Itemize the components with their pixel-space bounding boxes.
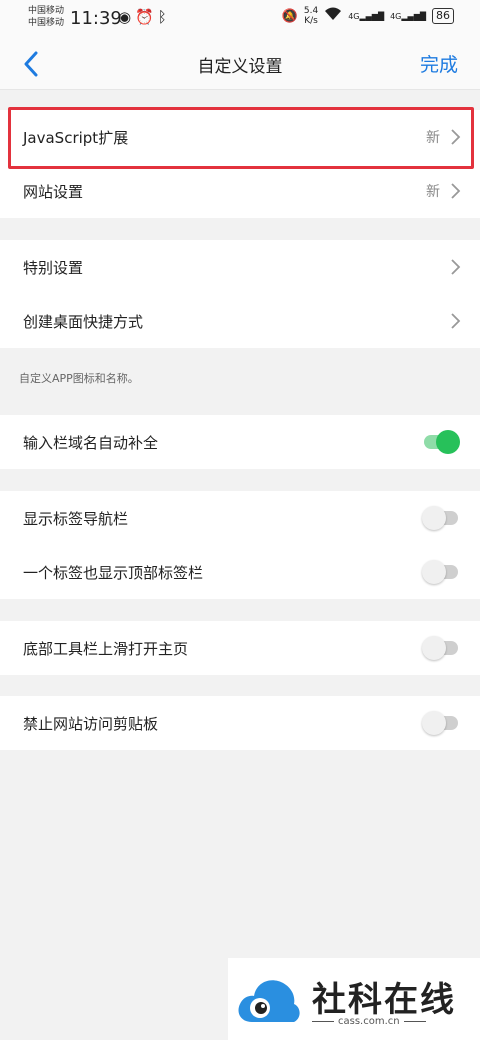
nav-bar: 自定义设置 完成 [0,38,480,90]
domain-autocomplete-toggle[interactable] [422,430,460,454]
watermark-url: cass.com.cn [338,1016,400,1027]
net-speed: 5.4 K/s [304,6,318,26]
chevron-right-icon [451,183,461,199]
row-label: 特别设置 [23,258,84,277]
clock: 11:39 [70,8,122,29]
settings-group-6: 禁止网站访问剪贴板 [0,696,480,750]
cloud-logo-icon [238,980,300,1022]
settings-group-5: 底部工具栏上滑打开主页 [0,621,480,675]
shortcut-hint: 自定义APP图标和名称。 [19,372,139,385]
row-label: 禁止网站访问剪贴板 [23,714,159,733]
new-badge: 新 [426,184,440,200]
show-tab-nav-toggle[interactable] [422,506,460,530]
settings-group-3: 输入栏域名自动补全 [0,415,480,469]
row-label: 输入栏域名自动补全 [23,433,159,452]
row-label: 一个标签也显示顶部标签栏 [23,563,204,582]
row-label: 创建桌面快捷方式 [23,312,144,331]
carrier-2: 中国移动 [28,18,65,28]
battery-icon: 86 [432,8,454,24]
net-speed-value: 5.4 [303,6,319,16]
watermark: 社科在线 cass.com.cn [228,958,480,1040]
chevron-right-icon [451,259,461,275]
signal-2-icon: 4G▂▄▆█ [390,11,426,21]
row-label: 显示标签导航栏 [23,509,129,528]
eye-icon: ◉ [118,8,132,26]
row-label: 网站设置 [23,182,84,201]
signal-1-label: 4G [348,11,360,21]
carrier-labels: 中国移动 中国移动 [28,5,64,29]
row-single-tab-top-bar: 一个标签也显示顶部标签栏 [0,545,480,599]
row-website-settings[interactable]: 网站设置 新 [0,164,480,218]
swipe-toolbar-home-toggle[interactable] [422,636,460,660]
wifi-icon [324,7,342,25]
page-title: 自定义设置 [197,57,283,77]
done-button[interactable]: 完成 [420,50,458,77]
signal-1-icon: 4G▂▄▆█ [348,11,385,21]
alarm-icon: ⏰ [135,8,154,26]
row-desktop-shortcut[interactable]: 创建桌面快捷方式 [0,294,480,348]
signal-2-label: 4G [390,11,402,21]
row-label: 底部工具栏上滑打开主页 [23,639,189,658]
single-tab-top-bar-toggle[interactable] [422,560,460,584]
row-show-tab-nav: 显示标签导航栏 [0,491,480,545]
row-domain-autocomplete: 输入栏域名自动补全 [0,415,480,469]
status-bar: 中国移动 中国移动 11:39 ◉ ⏰ ᛒ 🔕 5.4 K/s 4G▂▄▆█ 4… [0,0,480,38]
watermark-url-line: cass.com.cn [312,1016,426,1027]
highlight-frame [8,107,474,169]
watermark-brand: 社科在线 [312,980,456,1020]
settings-group-2: 特别设置 创建桌面快捷方式 [0,240,480,348]
carrier-1: 中国移动 [28,6,65,16]
chevron-right-icon [451,313,461,329]
net-speed-unit: K/s [304,16,318,26]
block-clipboard-toggle[interactable] [422,711,460,735]
mute-icon: 🔕 [281,8,298,24]
row-swipe-toolbar-home: 底部工具栏上滑打开主页 [0,621,480,675]
bluetooth-icon: ᛒ [157,8,167,26]
row-block-clipboard: 禁止网站访问剪贴板 [0,696,480,750]
settings-group-4: 显示标签导航栏 一个标签也显示顶部标签栏 [0,491,480,599]
row-special-settings[interactable]: 特别设置 [0,240,480,294]
